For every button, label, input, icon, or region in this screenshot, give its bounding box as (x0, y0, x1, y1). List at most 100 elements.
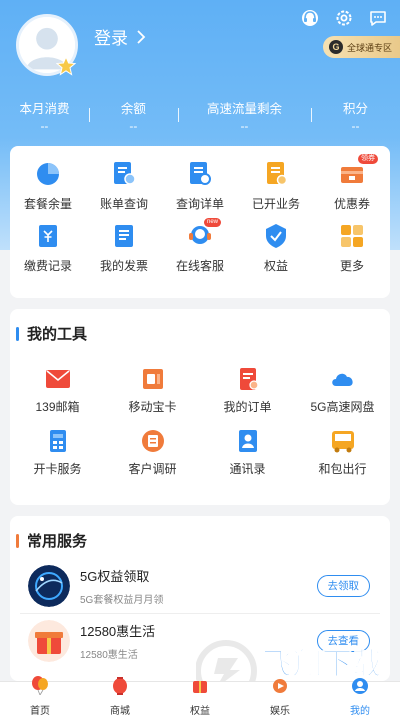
tool-item-label: 开卡服务 (33, 462, 82, 476)
bill-search-icon (114, 162, 136, 185)
quick-item-detail[interactable]: 查询详单 (162, 160, 238, 222)
coupon-icon (341, 167, 363, 183)
survey-icon (141, 430, 164, 452)
tool-item-cloud[interactable]: 5G高速网盘 (295, 366, 390, 428)
open-card-icon (49, 430, 66, 452)
quick-item-rights[interactable]: 权益 (238, 222, 314, 284)
headset-service-icon[interactable] (300, 8, 320, 28)
tool-item-opencard[interactable]: 开卡服务 (10, 428, 105, 490)
quick-item-label: 已开业务 (251, 197, 300, 211)
quick-item-label: 在线客服 (175, 259, 224, 273)
me-icon (352, 678, 368, 694)
stat-label: 余额 (120, 102, 146, 116)
gear-icon[interactable] (334, 8, 354, 28)
stat-value: -- (351, 119, 360, 133)
rights-badge-icon (266, 224, 286, 248)
stat-value: -- (40, 119, 49, 133)
zone-logo-icon: G (328, 40, 343, 54)
tool-item-label: 和包出行 (318, 462, 367, 476)
quick-item-label: 优惠券 (333, 197, 370, 211)
quick-item-business[interactable]: 已开业务 (238, 160, 314, 222)
stat-value: -- (240, 119, 249, 133)
login-link[interactable]: 登录 (94, 24, 148, 49)
vip-zone-badge[interactable]: G 全球通专区 (322, 36, 400, 58)
coupon-tag: 领券 (358, 154, 378, 164)
sim-card-icon (142, 369, 163, 389)
tab-label: 权益 (190, 706, 210, 717)
tool-item-survey[interactable]: 客户调研 (105, 428, 200, 490)
invoice-icon (115, 225, 133, 247)
section-marker (16, 326, 19, 341)
tool-item-bus[interactable]: 和包出行 (295, 428, 390, 490)
tool-item-label: 客户调研 (128, 462, 177, 476)
quick-item-label: 更多 (339, 259, 364, 273)
tool-item-label: 139邮箱 (35, 400, 80, 414)
rights-tab-icon (193, 681, 207, 693)
tool-item-contacts[interactable]: 通讯录 (200, 428, 295, 490)
bus-icon (331, 431, 354, 453)
tool-item-orders[interactable]: 我的订单 (200, 366, 295, 428)
my-tools-card: 我的工具 139邮箱 移动宝卡 我的订单 5G高速网盘 开卡服务 客户调研 通讯… (10, 309, 390, 505)
account-stats: 本月消费 -- 余额 -- 高速流量剩余 -- 积分 -- (0, 98, 400, 133)
contacts-icon (238, 430, 257, 452)
tab-mall[interactable]: 商城 (80, 677, 160, 719)
section-title: 常用服务 (10, 516, 390, 559)
tab-label: 首页 (30, 706, 50, 717)
service-title: 5G权益领取 (80, 569, 150, 584)
quick-item-package[interactable]: 套餐余量 (10, 160, 86, 222)
quick-item-invoice[interactable]: 我的发票 (86, 222, 162, 284)
more-grid-icon (341, 225, 363, 247)
quick-item-coupon[interactable]: 领券 优惠券 (314, 154, 390, 222)
service-row-5g[interactable]: 5G权益领取 5G套餐权益月月领 去领取 (20, 559, 380, 613)
quick-actions-card: 套餐余量 账单查询 查询详单 已开业务 领券 优惠券 缴费记录 我的发票 new (10, 146, 390, 298)
services-title: 常用服务 (27, 533, 88, 550)
tab-home[interactable]: 首页 (0, 676, 80, 719)
stat-points[interactable]: 积分 -- (311, 98, 400, 133)
stat-monthly-spend[interactable]: 本月消费 -- (0, 98, 89, 133)
cloud-icon (331, 373, 353, 386)
stat-value: -- (129, 119, 138, 133)
quick-item-label: 套餐余量 (23, 197, 72, 211)
tool-item-mail[interactable]: 139邮箱 (10, 366, 105, 428)
pie-chart-icon (37, 163, 59, 185)
message-icon[interactable] (368, 8, 388, 28)
stat-balance[interactable]: 余额 -- (88, 98, 178, 133)
stat-label: 积分 (343, 102, 369, 116)
tab-rights[interactable]: 权益 (160, 681, 240, 719)
quick-item-more[interactable]: 更多 (314, 222, 390, 284)
zone-label: 全球通专区 (346, 42, 392, 53)
tab-label: 娱乐 (270, 706, 290, 717)
gift-box-thumbnail-icon (28, 619, 70, 662)
home-balloon-icon (32, 676, 48, 695)
stat-data-remaining[interactable]: 高速流量剩余 -- (177, 98, 311, 133)
tool-item-label: 我的订单 (223, 400, 272, 414)
tool-item-simcard[interactable]: 移动宝卡 (105, 366, 200, 428)
top-toolbar (300, 8, 388, 28)
quick-item-payment[interactable]: 缴费记录 (10, 222, 86, 284)
service-new-tag: new (204, 218, 222, 227)
chevron-right-icon (137, 29, 146, 44)
stat-label: 高速流量剩余 (206, 102, 282, 116)
quick-item-label: 缴费记录 (23, 259, 72, 273)
tool-item-label: 5G高速网盘 (310, 400, 375, 414)
5g-rights-thumbnail-icon (28, 565, 70, 607)
service-subtitle: 5G套餐权益月月领 (80, 595, 164, 606)
quick-item-bill[interactable]: 账单查询 (86, 160, 162, 222)
claim-button[interactable]: 去领取 (316, 575, 370, 597)
tab-entertainment[interactable]: 娱乐 (240, 679, 320, 719)
tool-item-label: 通讯录 (229, 462, 266, 476)
section-marker (16, 533, 19, 548)
quick-item-service[interactable]: new 在线客服 (162, 218, 238, 284)
login-label: 登录 (94, 29, 128, 48)
detail-search-icon (190, 162, 211, 185)
tab-label: 我的 (350, 706, 370, 717)
tools-title: 我的工具 (27, 326, 88, 343)
service-subtitle: 12580惠生活 (80, 649, 138, 661)
bottom-tab-bar: 首页 商城 权益 娱乐 我的 (0, 676, 400, 719)
section-title: 我的工具 (10, 309, 390, 344)
tab-label: 商城 (110, 706, 130, 717)
lantern-icon (113, 677, 127, 695)
stat-label: 本月消费 (19, 102, 70, 116)
entertainment-icon (273, 679, 287, 693)
tab-me[interactable]: 我的 (320, 678, 400, 719)
